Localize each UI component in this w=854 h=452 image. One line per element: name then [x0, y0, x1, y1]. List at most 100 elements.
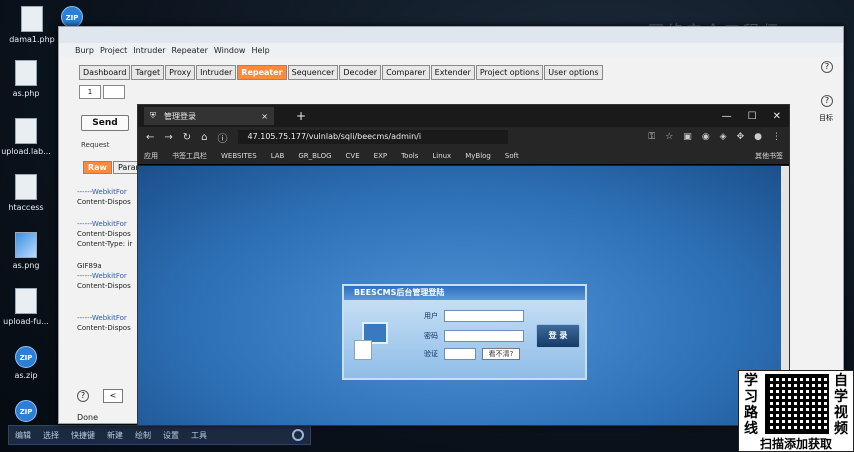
url-input[interactable]: 47.105.75.177/vulnlab/sqli/beecms/admin/… [237, 130, 508, 144]
new-tab-icon[interactable]: + [296, 109, 306, 123]
login-title: BEESCMS后台管理登陆 [344, 286, 585, 300]
bookmark-item[interactable]: GR_BLOG [298, 152, 331, 160]
taskbar-item[interactable]: 编辑 [15, 430, 31, 441]
file-icon [15, 174, 37, 200]
burp-titlebar [59, 27, 843, 43]
taskbar-item[interactable]: 快捷键 [71, 430, 95, 441]
taskbar-item[interactable]: 绘制 [135, 430, 151, 441]
forward-icon[interactable]: → [164, 132, 172, 143]
bookmark-item[interactable]: MyBlog [465, 152, 491, 160]
bookmark-item[interactable]: WEBSITES [221, 152, 257, 160]
bookmark-item[interactable]: LAB [271, 152, 285, 160]
tab-repeater[interactable]: Repeater [237, 65, 287, 80]
back-icon[interactable]: ← [146, 132, 154, 143]
taskbar-item[interactable]: 工具 [191, 430, 207, 441]
captcha-image[interactable]: 看不清? [482, 348, 520, 360]
extension-icon[interactable]: ▣ [683, 132, 692, 142]
help-icon[interactable]: ? [77, 390, 89, 402]
taskbar-item[interactable]: 选择 [43, 430, 59, 441]
bookmark-apps[interactable]: 应用 [144, 151, 158, 161]
bookmark-item[interactable]: Linux [432, 152, 451, 160]
tab-user-options[interactable]: User options [544, 65, 603, 80]
insecure-icon[interactable]: ⓘ [218, 130, 228, 145]
tab-sequencer[interactable]: Sequencer [287, 65, 339, 80]
close-tab-icon[interactable]: × [261, 112, 268, 121]
promo-right-text: 自学视频 [834, 373, 848, 437]
tab-intruder[interactable]: Intruder [196, 65, 237, 80]
other-bookmarks[interactable]: 其他书签 [755, 151, 783, 161]
tab-dashboard[interactable]: Dashboard [79, 65, 131, 80]
request-line: ------WebkitFor [77, 314, 127, 322]
desktop-icon-as-png[interactable]: as.png [0, 232, 54, 270]
shield-icon: ⛨ [150, 111, 156, 120]
captcha-row: 验证 看不清? [424, 348, 520, 360]
bookmark-item[interactable]: Tools [401, 152, 418, 160]
menu-project[interactable]: Project [100, 46, 127, 55]
menu-icon[interactable]: ⋮ [772, 132, 781, 142]
password-field[interactable] [444, 330, 524, 342]
help-icon[interactable]: ? [821, 95, 833, 107]
tab-comparer[interactable]: Comparer [382, 65, 430, 80]
login-button[interactable]: 登 录 [536, 324, 580, 348]
captcha-field[interactable] [444, 348, 476, 360]
key-icon[interactable]: ⚿ [648, 132, 655, 142]
menu-help[interactable]: Help [251, 46, 269, 55]
tab-extender[interactable]: Extender [430, 65, 475, 80]
send-button[interactable]: Send [81, 115, 129, 131]
image-file-icon [15, 232, 37, 258]
username-field[interactable] [444, 310, 524, 322]
extension-icon[interactable]: ◈ [720, 132, 727, 142]
password-label: 密码 [424, 332, 438, 340]
bookmarks-bar: 应用 书签工具栏 WEBSITES LAB GR_BLOG CVE EXP To… [138, 147, 789, 165]
maximize-icon[interactable]: ☐ [748, 111, 757, 122]
repeater-tab-1[interactable]: 1 [79, 85, 101, 99]
bookmark-item[interactable]: 书签工具栏 [172, 151, 207, 161]
menu-intruder[interactable]: Intruder [133, 46, 165, 55]
file-icon [15, 118, 37, 144]
tab-raw[interactable]: Raw [83, 161, 112, 174]
puzzle-icon[interactable]: ✥ [737, 132, 745, 142]
browser-tab-title: 管理登录 [164, 111, 196, 121]
desktop-icon-upload-fu[interactable]: upload-fu... [0, 288, 54, 326]
desktop-icon-upload-lab[interactable]: upload.lab... [0, 118, 54, 156]
request-line: Content-Dispos [77, 282, 131, 290]
power-icon[interactable] [292, 429, 304, 441]
extension-icon[interactable]: ◉ [702, 132, 710, 142]
desktop-icon-as-php[interactable]: as.php [0, 60, 54, 98]
settings-icon[interactable]: ? [821, 61, 833, 73]
php-file-icon [21, 6, 43, 32]
tab-target[interactable]: Target [131, 65, 165, 80]
taskbar-item[interactable]: 新建 [107, 430, 123, 441]
star-icon[interactable]: ☆ [665, 132, 673, 142]
desktop-icon-zip-bottom[interactable]: ZIP [0, 400, 54, 425]
bookmark-item[interactable]: Soft [505, 152, 519, 160]
zip-icon: ZIP [61, 6, 83, 28]
repeater-tab-new[interactable] [103, 85, 125, 99]
close-icon[interactable]: ✕ [773, 111, 781, 122]
desktop-icon-htaccess[interactable]: htaccess [0, 174, 54, 212]
request-line: Content-Dispos [77, 324, 131, 332]
qr-promo: 学习路线 自学视频 扫描添加获取 [738, 370, 854, 452]
bookmark-item[interactable]: EXP [374, 152, 387, 160]
request-line: GIF89a [77, 262, 102, 270]
tab-proxy[interactable]: Proxy [165, 65, 196, 80]
browser-tab[interactable]: ⛨ 管理登录 × [144, 107, 274, 125]
minimize-icon[interactable]: — [722, 111, 732, 122]
taskbar-item[interactable]: 设置 [163, 430, 179, 441]
reload-icon[interactable]: ↻ [183, 132, 191, 143]
desktop-icon-as-zip[interactable]: ZIP as.zip [0, 346, 54, 380]
repeater-subtabs: 1 [79, 85, 127, 99]
request-editor[interactable]: ------WebkitFor Content-Dispos ------Web… [77, 187, 141, 333]
previous-button[interactable]: < [103, 389, 123, 403]
menu-window[interactable]: Window [214, 46, 246, 55]
tab-decoder[interactable]: Decoder [339, 65, 382, 80]
browser-tabbar: ⛨ 管理登录 × + — ☐ ✕ [138, 105, 789, 127]
profile-icon[interactable]: ● [754, 132, 762, 142]
bookmark-item[interactable]: CVE [346, 152, 360, 160]
tab-project-options[interactable]: Project options [475, 65, 544, 80]
menu-repeater[interactable]: Repeater [172, 46, 208, 55]
home-icon[interactable]: ⌂ [201, 132, 207, 143]
menu-burp[interactable]: Burp [75, 46, 94, 55]
target-label[interactable]: 目标 [819, 113, 833, 123]
taskbar: 编辑 选择 快捷键 新建 绘制 设置 工具 [8, 425, 311, 445]
